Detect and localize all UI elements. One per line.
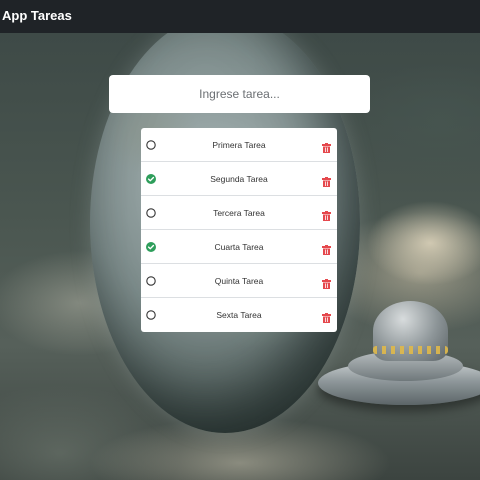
app-title: App Tareas: [2, 8, 72, 23]
task-label: Tercera Tarea: [213, 207, 265, 218]
check-circle-icon[interactable]: [146, 241, 156, 252]
task-list: Primera Tarea Segunda Tarea Tercera Tare…: [141, 128, 337, 332]
task-item: Quinta Tarea: [141, 264, 337, 298]
trash-icon[interactable]: [322, 174, 331, 187]
task-item: Tercera Tarea: [141, 196, 337, 230]
check-circle-icon[interactable]: [146, 173, 156, 184]
trash-icon[interactable]: [322, 276, 331, 289]
task-label: Quinta Tarea: [214, 275, 264, 286]
task-item: Cuarta Tarea: [141, 230, 337, 264]
task-item: Primera Tarea: [141, 128, 337, 162]
task-item: Segunda Tarea: [141, 162, 337, 196]
circle-outline-icon[interactable]: [146, 207, 156, 218]
task-label: Segunda Tarea: [210, 173, 268, 184]
task-label: Primera Tarea: [212, 139, 266, 150]
trash-icon[interactable]: [322, 208, 331, 221]
circle-outline-icon[interactable]: [146, 310, 156, 320]
task-input[interactable]: [109, 75, 370, 113]
top-navbar: App Tareas: [0, 0, 480, 33]
trash-icon[interactable]: [322, 310, 331, 323]
ufo-image: [318, 301, 480, 451]
circle-outline-icon[interactable]: [146, 139, 156, 150]
task-item: Sexta Tarea: [141, 298, 337, 332]
circle-outline-icon[interactable]: [146, 275, 156, 286]
task-label: Sexta Tarea: [216, 310, 262, 320]
trash-icon[interactable]: [322, 140, 331, 153]
task-label: Cuarta Tarea: [214, 241, 264, 252]
trash-icon[interactable]: [322, 242, 331, 255]
